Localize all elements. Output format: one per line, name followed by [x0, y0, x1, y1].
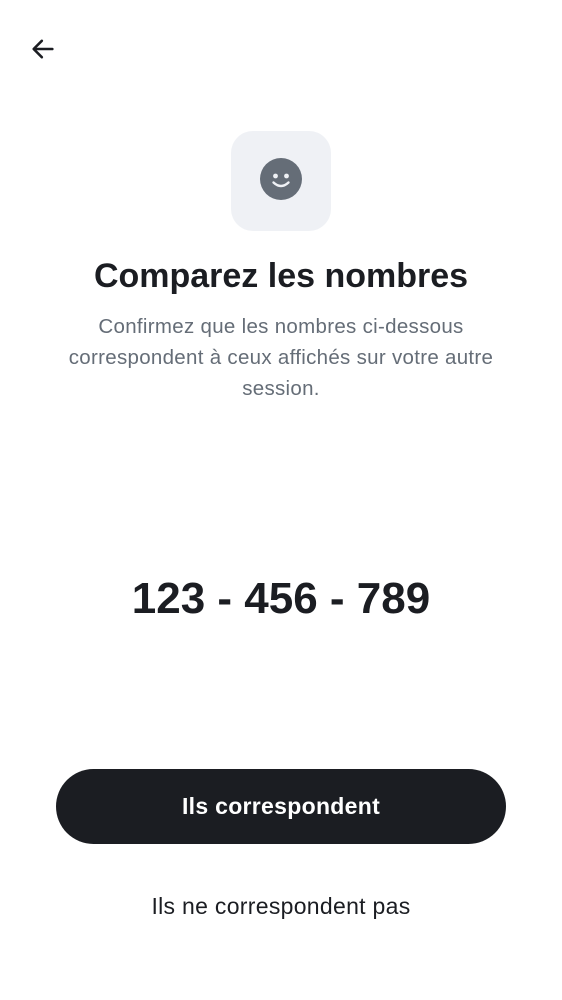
page-subtitle: Confirmez que les nombres ci-dessous cor…: [68, 315, 494, 400]
deny-match-button[interactable]: Ils ne correspondent pas: [81, 876, 481, 936]
arrow-left-icon: [29, 35, 57, 68]
hero-icon-tile: [231, 131, 331, 231]
verification-numbers: 123 - 456 - 789: [131, 574, 431, 623]
smiley-face-icon: [259, 157, 303, 206]
back-button[interactable]: [18, 26, 68, 76]
page-title: Comparez les nombres: [93, 257, 469, 295]
confirm-match-button[interactable]: Ils correspondent: [56, 769, 506, 844]
confirm-match-label: Ils correspondent: [181, 793, 381, 819]
deny-match-label: Ils ne correspondent pas: [151, 892, 411, 919]
